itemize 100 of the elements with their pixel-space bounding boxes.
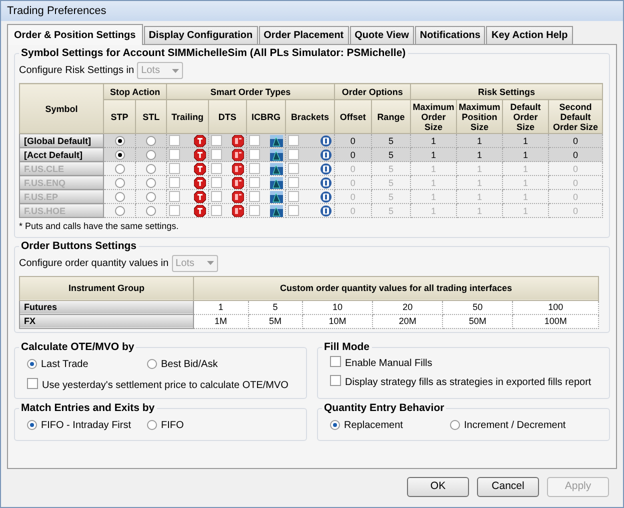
column-header: Smart Order Types [166,84,334,100]
column-header: DTS [208,100,246,134]
radio-button[interactable] [147,420,157,430]
table-cell: 1 [456,134,502,148]
table-cell: 1 [502,162,548,176]
table-cell: 0 [548,176,602,190]
checkbox-label[interactable]: Display strategy fills as strategies in exported fills report [345,374,592,390]
symbol-cell: [Global Default] [20,134,104,148]
group-title: Match Entries and Exits by [20,402,156,414]
checkbox[interactable] [27,378,38,388]
table-cell: 1 [410,204,456,218]
radio-button[interactable] [147,359,157,369]
table-cell: 0 [548,148,602,162]
radio-button[interactable] [330,420,340,430]
group-title: Quantity Entry Behavior [323,402,446,414]
checkbox-label[interactable]: Use yesterday's settlement price to calculate OTE/MVO [42,378,288,392]
table-cell: 5 [371,162,410,176]
table-cell: 1 [410,162,456,176]
checkbox[interactable] [288,149,300,160]
radio-button[interactable] [450,420,460,430]
table-cell: 1 [456,162,502,176]
radio-button[interactable] [27,420,37,430]
table-cell: 100 [512,300,598,314]
group-title: Symbol Settings for Account SIMMichelleSim (All PLs Simulator: PSMichelle) [20,47,407,60]
table-cell: 1 [410,134,456,148]
field-label: Configure Risk Settings in [19,64,134,78]
checkbox[interactable] [248,149,260,160]
dialog-button[interactable]: OK [407,477,469,497]
iceberg-icon [270,162,284,174]
table-cell: 0 [334,204,372,218]
column-header: Instrument Group [20,276,194,300]
column-header: STL [136,100,167,134]
group-title: Fill Mode [323,340,370,354]
column-header: Maximum Order Size [410,100,456,134]
checkbox[interactable] [169,149,180,160]
table-cell: 0 [334,176,372,190]
table-cell: 5 [371,204,410,218]
field-label: Configure order quantity values in [19,256,169,270]
symbol-cell: F.US.ENQ [20,176,104,190]
column-header: Second Default Order Size [548,100,602,134]
radio-button[interactable] [114,136,124,146]
dialog-button[interactable]: Cancel [477,477,539,497]
iceberg-icon [270,176,284,188]
radio-button[interactable] [146,150,156,160]
radio-label[interactable]: Increment / Decrement [464,418,566,432]
tab[interactable]: Key Action Help [486,26,573,44]
column-header: Brackets [286,100,334,134]
radio-label[interactable]: Best Bid/Ask [161,356,218,372]
checkbox[interactable] [210,135,222,146]
checkbox[interactable] [330,374,341,386]
tab[interactable]: Display Configuration [144,26,258,44]
tab[interactable]: Notifications [414,26,486,44]
column-header: Offset [334,100,372,134]
brackets-icon [320,134,332,146]
window-title: Trading Preferences [1,1,623,21]
column-header: Custom order quantity values for all trading interfaces [194,276,598,300]
checkbox-label[interactable]: Enable Manual Fills [345,356,432,370]
radio-label[interactable]: Last Trade [41,356,88,372]
table-cell: 5 [371,176,410,190]
table-cell: 1 [502,204,548,218]
table-cell: 100M [512,314,598,328]
radio-label[interactable]: FIFO [161,418,184,432]
table-cell: 1 [456,176,502,190]
table-cell: 0 [334,134,372,148]
table-cell: 5 [371,190,410,204]
caret-icon [172,68,180,72]
table-cell: 1 [410,176,456,190]
iceberg-icon [270,148,284,160]
checkbox[interactable] [210,149,222,160]
stop-sign-icon [232,162,244,174]
radio-button[interactable] [146,136,156,146]
radio-button[interactable] [114,150,124,160]
table-cell: 20 [372,300,443,314]
table-cell: 5M [248,314,302,328]
radio-label[interactable]: Replacement [344,418,403,432]
column-header: Trailing [166,100,208,134]
stop-sign-icon [232,134,244,146]
symbol-cell: F.US.EP [20,190,104,204]
checkbox[interactable] [288,135,300,146]
group-cell: Futures [20,300,194,314]
table-cell: 5 [371,148,410,162]
column-header: Order Options [334,84,410,100]
tab[interactable]: Order Placement [258,26,349,44]
column-header: Range [371,100,410,134]
table-cell: 0 [334,190,372,204]
table-cell: 1 [456,190,502,204]
symbol-cell: F.US.CLE [20,162,104,176]
checkbox[interactable] [330,356,341,366]
table-cell: 10 [302,300,373,314]
radio-button[interactable] [27,359,37,369]
iceberg-icon [270,190,284,202]
table-cell: 0 [548,134,602,148]
tab[interactable]: Quote View [350,26,414,44]
table-cell: 20M [372,314,443,328]
table-cell: 1 [502,148,548,162]
tab[interactable]: Order & Position Settings [7,24,143,45]
radio-label[interactable]: FIFO - Intraday First [41,418,132,432]
checkbox[interactable] [169,135,180,146]
table-cell: 1 [456,148,502,162]
checkbox[interactable] [248,135,260,146]
